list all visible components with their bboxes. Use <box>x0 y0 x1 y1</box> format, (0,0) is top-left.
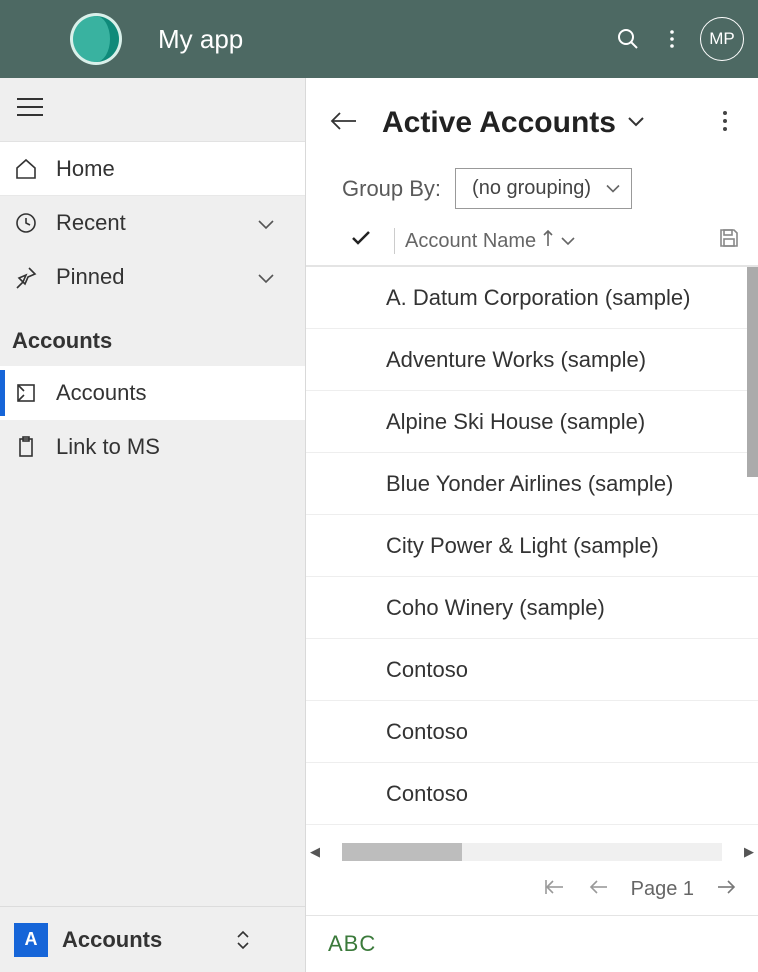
updown-chevron-icon <box>235 929 251 951</box>
page-label: Page 1 <box>631 878 694 901</box>
user-avatar[interactable]: MP <box>700 17 744 61</box>
next-page-icon[interactable] <box>716 878 738 902</box>
list-item[interactable]: Blue Yonder Airlines (sample) <box>306 453 758 515</box>
hamburger-icon[interactable] <box>17 97 43 122</box>
sidebar-item-link-to-ms[interactable]: Link to MS <box>0 420 305 474</box>
search-icon[interactable] <box>606 17 650 61</box>
sidebar-item-label: Link to MS <box>56 434 160 460</box>
column-header-row: Account Name <box>306 217 758 267</box>
account-list: A. Datum Corporation (sample) Adventure W… <box>306 267 758 840</box>
account-name: Coho Winery (sample) <box>386 595 605 621</box>
prev-page-icon[interactable] <box>587 878 609 902</box>
list-item[interactable]: A. Datum Corporation (sample) <box>306 267 758 329</box>
account-name: A. Datum Corporation (sample) <box>386 285 690 311</box>
column-header-account-name[interactable]: Account Name <box>405 229 576 253</box>
back-icon[interactable] <box>330 111 358 136</box>
app-header: My app MP <box>0 0 758 78</box>
column-header-label: Account Name <box>405 230 536 253</box>
account-name: Blue Yonder Airlines (sample) <box>386 471 673 497</box>
sidebar-item-recent[interactable]: Recent <box>0 196 305 250</box>
sidebar-item-pinned[interactable]: Pinned <box>0 250 305 304</box>
pager: Page 1 <box>306 864 758 916</box>
first-page-icon[interactable] <box>543 878 565 902</box>
account-name: Contoso <box>386 719 468 745</box>
clipboard-icon <box>14 435 56 459</box>
account-name: City Power & Light (sample) <box>386 533 659 559</box>
more-vertical-icon[interactable] <box>650 17 694 61</box>
accounts-icon <box>14 381 56 405</box>
groupby-label: Group By: <box>342 176 441 202</box>
sidebar-item-label: Home <box>56 156 115 182</box>
app-logo-icon <box>70 13 122 65</box>
list-item[interactable]: Contoso <box>306 639 758 701</box>
home-icon <box>14 157 56 181</box>
area-badge: A <box>14 923 48 957</box>
chevron-down-icon <box>257 264 275 290</box>
avatar-initials: MP <box>709 29 735 49</box>
chevron-down-icon[interactable] <box>560 230 576 253</box>
more-vertical-icon[interactable] <box>716 110 734 137</box>
sidebar-group-label: Accounts <box>0 304 305 366</box>
chevron-down-icon[interactable] <box>626 114 646 133</box>
horizontal-scrollbar[interactable]: ◀ ▶ <box>306 840 758 864</box>
chevron-down-icon <box>605 177 621 200</box>
account-name: Alpine Ski House (sample) <box>386 409 645 435</box>
select-all-icon[interactable] <box>350 229 372 253</box>
list-item[interactable]: Adventure Works (sample) <box>306 329 758 391</box>
view-title[interactable]: Active Accounts <box>382 106 616 140</box>
sidebar-item-label: Pinned <box>56 264 125 290</box>
area-label: Accounts <box>62 927 235 953</box>
jumpbar-text: ABC <box>328 931 376 957</box>
account-name: Contoso <box>386 781 468 807</box>
jumpbar[interactable]: ABC <box>306 916 758 972</box>
save-icon[interactable] <box>718 227 740 255</box>
sidebar: Home Recent Pinned Accou <box>0 78 306 972</box>
content-pane: Active Accounts Group By: (no grouping) <box>306 78 758 972</box>
area-switcher[interactable]: A Accounts <box>0 906 305 972</box>
scroll-left-icon[interactable]: ◀ <box>306 844 324 860</box>
scroll-right-icon[interactable]: ▶ <box>740 844 758 860</box>
groupby-select[interactable]: (no grouping) <box>455 168 632 209</box>
list-item[interactable]: Contoso <box>306 701 758 763</box>
pin-icon <box>14 265 56 289</box>
account-name: Contoso <box>386 657 468 683</box>
clock-icon <box>14 211 56 235</box>
sidebar-item-label: Recent <box>56 210 126 236</box>
sidebar-item-label: Accounts <box>56 380 147 406</box>
account-name: Adventure Works (sample) <box>386 347 646 373</box>
sort-asc-icon <box>542 229 554 253</box>
sidebar-item-home[interactable]: Home <box>0 142 305 196</box>
app-title: My app <box>158 24 243 55</box>
sidebar-item-accounts[interactable]: Accounts <box>0 366 305 420</box>
chevron-down-icon <box>257 210 275 236</box>
list-item[interactable]: Contoso <box>306 763 758 825</box>
groupby-value: (no grouping) <box>472 177 591 199</box>
vertical-scrollbar[interactable] <box>747 267 758 477</box>
list-item[interactable]: Alpine Ski House (sample) <box>306 391 758 453</box>
list-item[interactable]: Coho Winery (sample) <box>306 577 758 639</box>
list-item[interactable]: City Power & Light (sample) <box>306 515 758 577</box>
